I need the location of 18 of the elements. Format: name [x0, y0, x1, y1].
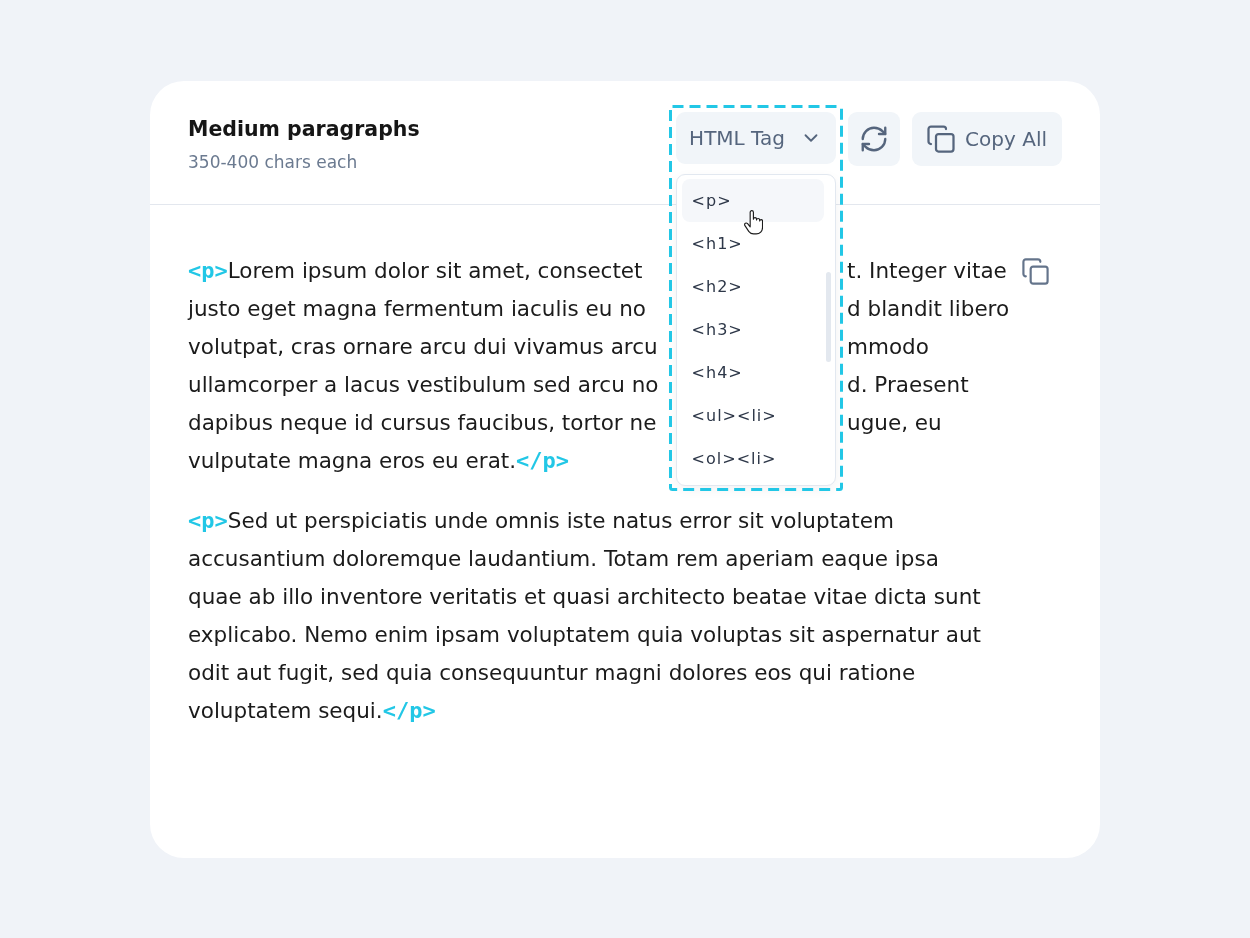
tag-select-button[interactable]: HTML Tag [676, 111, 837, 164]
copy-all-button[interactable]: Copy All [912, 111, 1062, 166]
scrollbar-thumb[interactable] [825, 272, 831, 362]
paragraph-text: <p>Lorem ipsum dolor sit amet, consectet justo eget magna fermentum iaculis eu no volutpat, cras ornare arcu dui vivamus arcu ullamcorper a lacus vestibulum sed arcu no dapibus neque id cursus faucibus, tortor ne vulputate magna eros eu erat.</p> [188, 256, 660, 475]
dropdown-option[interactable]: <h4> [681, 351, 824, 394]
copy-icon[interactable] [1021, 256, 1050, 286]
paragraph-text: <p>Sed ut perspiciatis unde omnis iste natus error sit voluptatem accusantium doloremque laudantium. Totam rem aperiam eaque ipsa quae ab illo inventore veritatis et quasi architecto beatae vitae dicta sunt explicabo. Nemo enim ipsam voluptatem quia voluptas sit aspernatur aut odit aut fugit, sed quia consequuntur magni dolores eos qui ratione voluptatem sequi.</p> [188, 506, 981, 725]
card-title: Medium paragraphs [188, 115, 420, 142]
dropdown-option[interactable]: <ul><li> [681, 394, 824, 437]
card-subtitle: 350-400 chars each [188, 151, 359, 173]
dropdown-option[interactable]: <h2> [681, 265, 824, 308]
refresh-button[interactable] [848, 111, 901, 166]
dropdown-option[interactable]: <h1> [681, 222, 824, 265]
copy-icon [926, 123, 957, 154]
paragraph-text: t. Integer vitae d blandit libero mmodo d. Praesent ugue, eu [847, 256, 1010, 437]
dropdown-option[interactable]: <h3> [681, 308, 824, 351]
hand-pointer-icon [743, 210, 763, 235]
dropdown-option[interactable]: <ol><li> [681, 437, 824, 480]
